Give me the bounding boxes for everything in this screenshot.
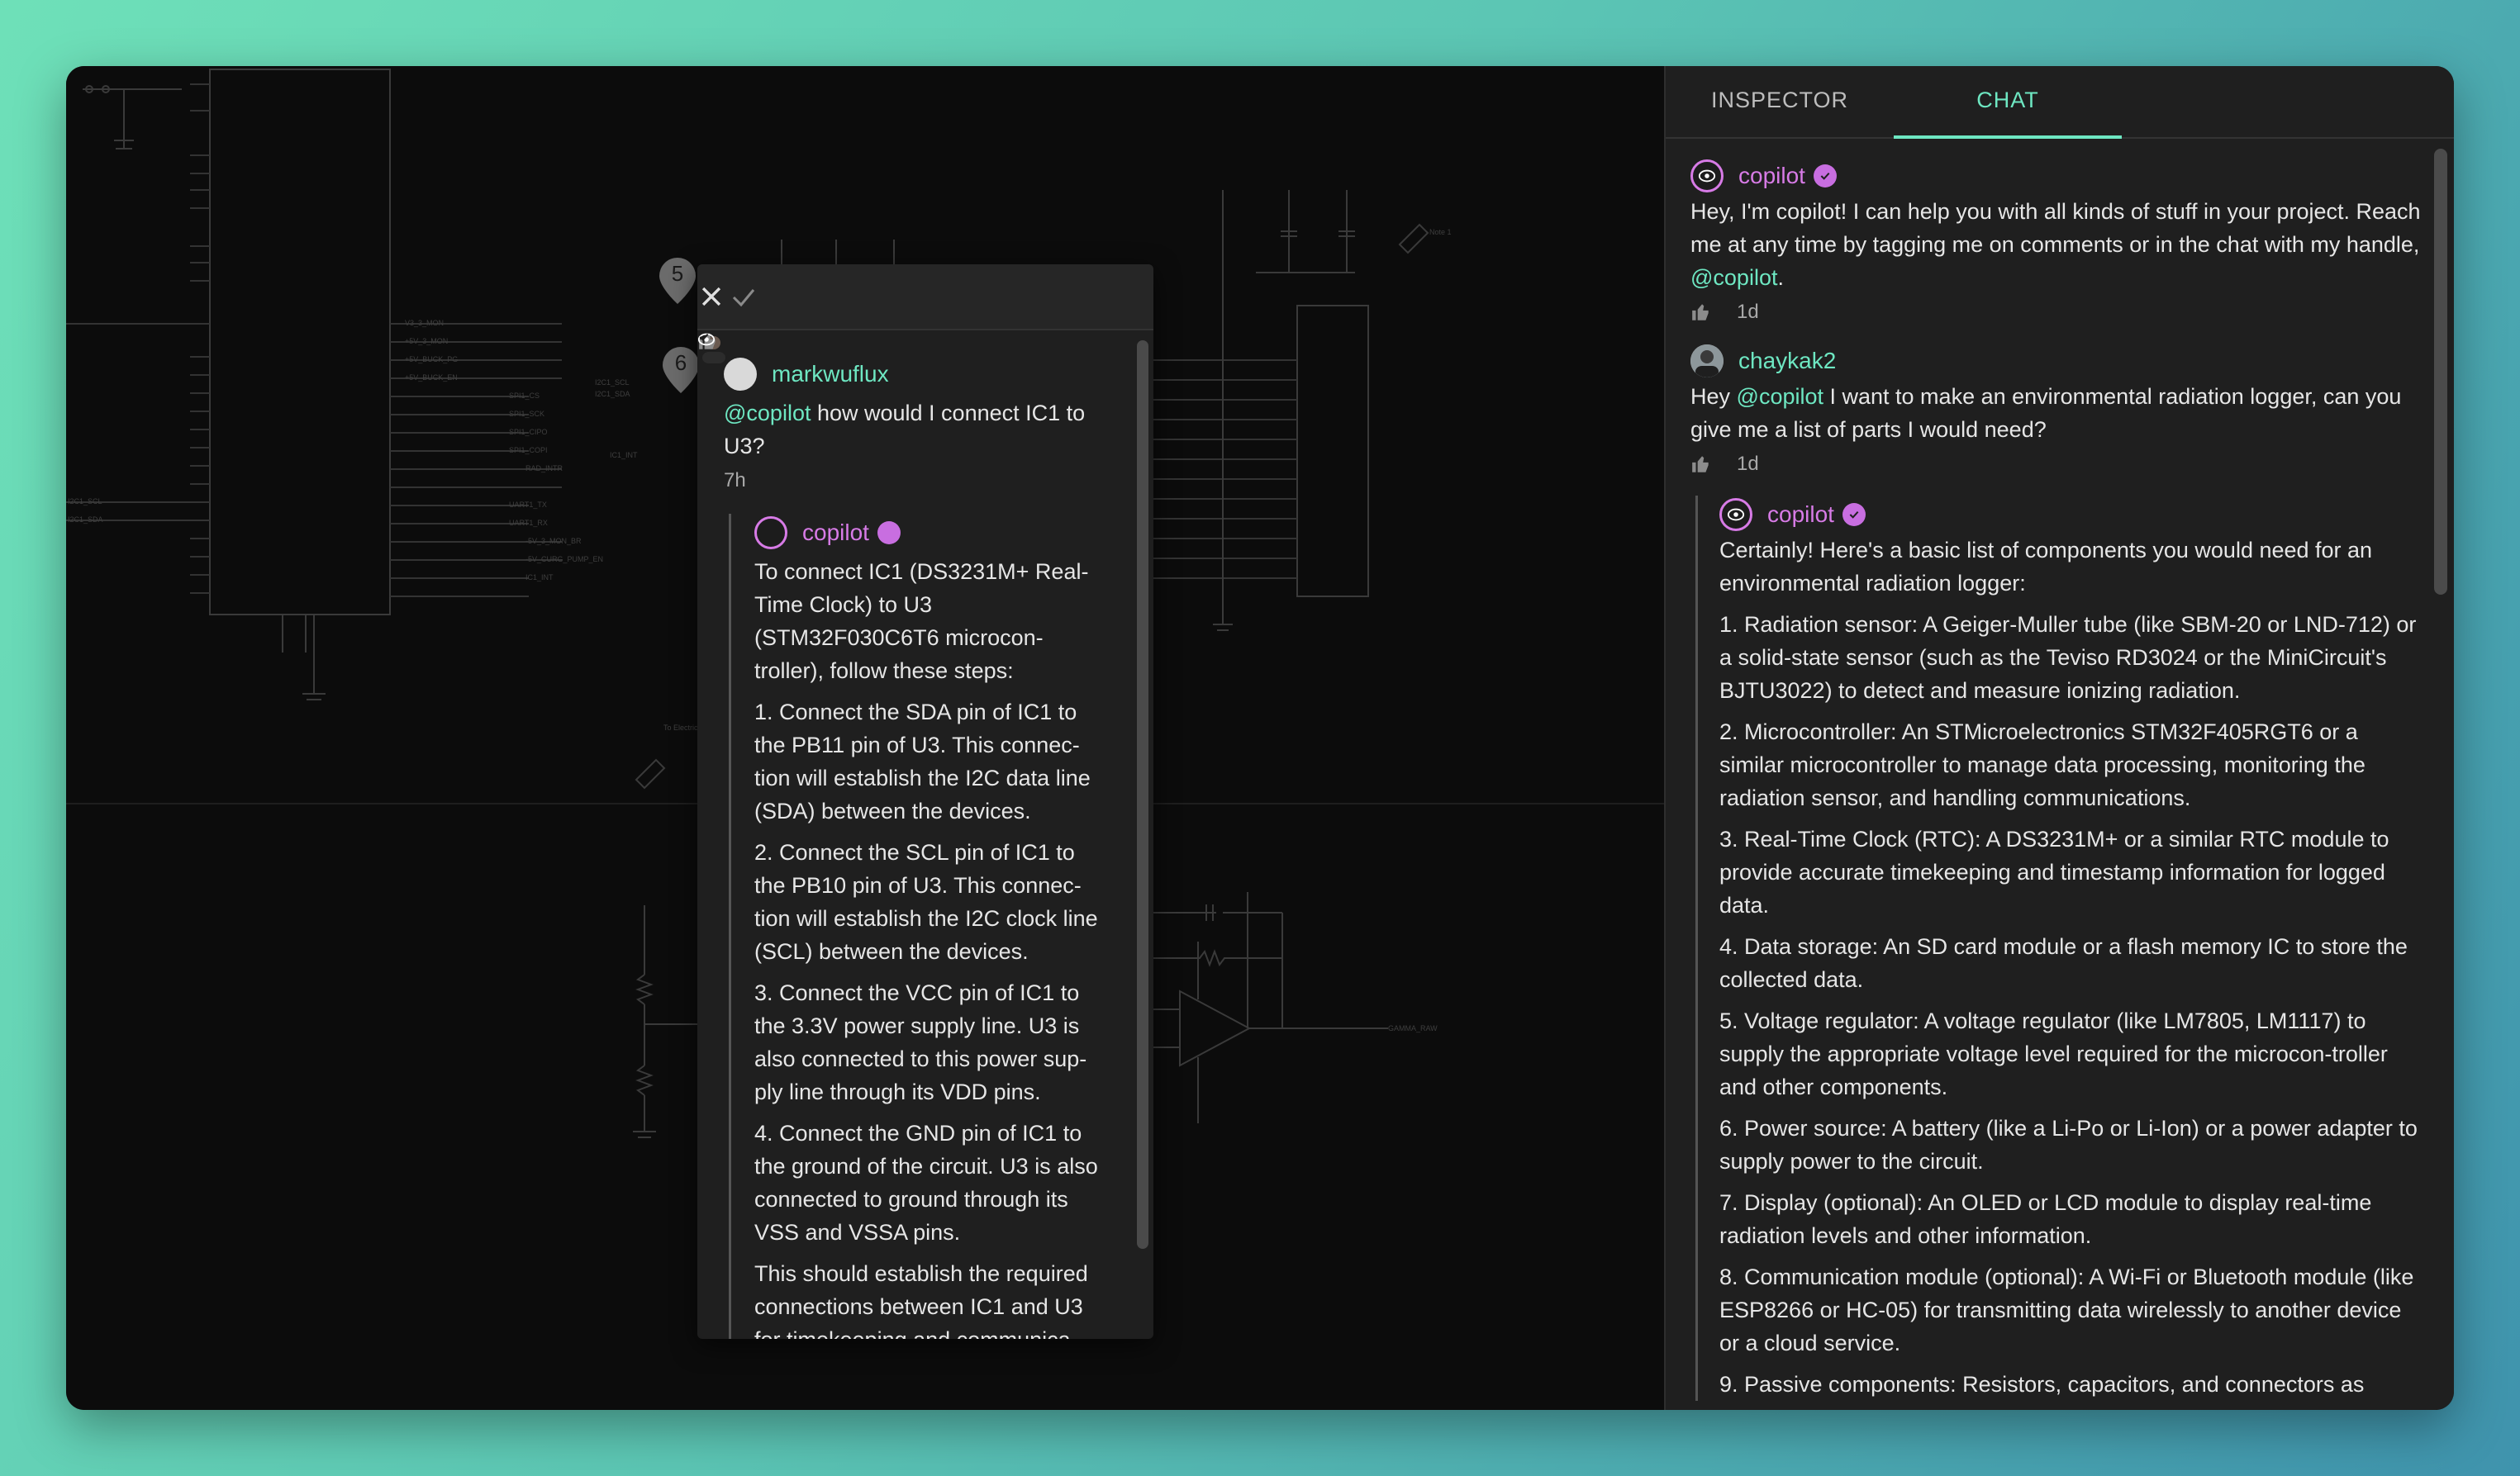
svg-text:IC1_INT: IC1_INT [525,573,554,581]
popup-scrollbar[interactable] [1137,340,1148,1249]
chat-feed: copilot Hey, I'm copilot! I can help you… [1690,157,2421,1410]
svg-text:+5V_3_MON: +5V_3_MON [405,337,448,345]
reply-username[interactable]: copilot [1767,501,1834,528]
mention-link[interactable]: @copilot [1737,384,1823,409]
resolve-check-icon[interactable] [729,282,758,312]
copilot-reply: copilot To connect IC1 (DS3231M+ Real-Ti… [697,333,1107,1339]
reply-item: 6. Power source: A battery (like a Li-Po… [1719,1116,2418,1174]
thread-head: markwuflux [702,336,1107,393]
svg-text:Note 1: Note 1 [1429,228,1452,236]
tab-chat[interactable]: CHAT [1894,66,2122,139]
reply-step: 2. Connect the SCL pin of IC1 to the PB1… [754,840,1098,964]
message-time: 1d [1737,453,1759,475]
thumbs-up-icon[interactable] [1690,453,1712,475]
tab-inspector[interactable]: INSPECTOR [1666,66,1894,139]
copilot-logo-icon [1727,508,1745,521]
svg-text:I2C1_SDA: I2C1_SDA [68,515,103,524]
reply-step: 1. Connect the SDA pin of IC1 to the PB1… [754,700,1091,823]
svg-text:V3_3_MON: V3_3_MON [405,319,444,327]
message-prefix: Hey [1690,384,1737,409]
svg-text:I2C1_SCL: I2C1_SCL [595,378,630,387]
reply-intro: To connect IC1 (DS3231M+ Real-Time Clock… [754,559,1089,683]
reply-text: Certainly! Here's a basic list of compon… [1719,534,2421,1401]
svg-text:+5V_BUCK_PG: +5V_BUCK_PG [405,355,458,363]
reply-item: 5. Voltage regulator: A voltage regulato… [1719,1009,2388,1099]
message-time: 1d [1737,301,1759,323]
reply-item: 1. Radiation sensor: A Geiger-Muller tub… [1719,612,2417,703]
svg-text:UART1_RX: UART1_RX [509,519,548,527]
reply-step: 3. Connect the VCC pin of IC1 to the 3.3… [754,980,1087,1104]
chat-scrollbar[interactable] [2434,149,2447,595]
message-meta: 1d [1690,446,2421,482]
reply-text: To connect IC1 (DS3231M+ Real-Time Clock… [754,555,1107,1339]
copilot-logo-icon [1698,169,1716,183]
thread-question: @copilot how would I connect IC1 to U3? [724,396,1107,463]
reply-item: 7. Display (optional): An OLED or LCD mo… [1719,1190,2372,1248]
reply-item: 2. Microcontroller: An STMicroelectronic… [1719,719,2365,810]
svg-text:-5V_CURG_PUMP_EN: -5V_CURG_PUMP_EN [525,555,603,563]
svg-text:-5V_3_MON_BR: -5V_3_MON_BR [525,537,582,545]
app-window: V3_3_MON +5V_3_MON +5V_BUCK_PG +5V_BUCK_EN… [66,66,2454,1410]
reply-item: 3. Real-Time Clock (RTC): A DS3231M+ or … [1719,827,2389,918]
popup-body: markwuflux @copilot how would I connect … [697,330,1134,1339]
reply-username[interactable]: copilot [802,520,869,546]
svg-text:SPI1_CIPO: SPI1_CIPO [509,428,548,436]
copilot-avatar[interactable] [1719,498,1752,531]
svg-text:GAMMA_RAW: GAMMA_RAW [1388,1024,1438,1032]
svg-text:SPI1_COPI: SPI1_COPI [509,446,548,454]
message-suffix: . [1777,265,1784,290]
mention-link[interactable]: @copilot [1690,265,1777,290]
thread-username[interactable]: markwuflux [772,361,889,387]
svg-text:RAD_INTR: RAD_INTR [525,464,563,472]
reply-step: 4. Connect the GND pin of IC1 to the gro… [754,1121,1098,1245]
user-avatar-icon [702,336,725,363]
pin-6-label[interactable]: 6 [663,350,699,376]
thread-time: 7h [724,469,746,491]
chat-message: chaykak2 Hey @copilot I want to make an … [1690,342,2421,482]
message-head: copilot [1690,157,2421,195]
avatar[interactable] [702,336,757,391]
pin-5-label[interactable]: 5 [659,261,696,287]
message-meta: 1d [1690,294,2421,330]
svg-text:I2C1_SDA: I2C1_SDA [595,390,630,398]
mention-link[interactable]: @copilot [724,401,811,425]
verified-badge-icon [1813,164,1837,187]
message-head: chaykak2 [1690,342,2421,380]
chat-message: copilot Hey, I'm copilot! I can help you… [1690,157,2421,330]
svg-text:I2C1_SCL: I2C1_SCL [68,497,102,505]
reply-item: 4. Data storage: An SD card module or a … [1719,934,2408,992]
comment-thread-popup: markwuflux @copilot how would I connect … [697,264,1153,1339]
reply-item: 9. Passive components: Resistors, capaci… [1719,1372,2365,1397]
copilot-avatar[interactable] [697,333,787,549]
reply-intro: Certainly! Here's a basic list of compon… [1719,538,2373,596]
copilot-reply: copilot Certainly! Here's a basic list o… [1695,496,2421,1401]
message-text: Hey @copilot I want to make an environme… [1690,380,2421,446]
reply-head: copilot [697,333,1107,552]
thumbs-up-icon[interactable] [1690,301,1712,323]
message-username[interactable]: copilot [1738,163,1805,189]
reply-head: copilot [1719,496,2421,534]
svg-text:SPI1_SCK: SPI1_SCK [509,410,544,418]
close-icon[interactable] [697,282,725,311]
svg-text:+5V_BUCK_EN: +5V_BUCK_EN [405,373,458,382]
svg-text:IC1_INT: IC1_INT [610,451,638,459]
user-avatar-icon [1690,344,1724,377]
schematic-canvas[interactable]: V3_3_MON +5V_3_MON +5V_BUCK_PG +5V_BUCK_EN… [66,66,1664,1410]
right-panel: INSPECTOR CHAT copilot Hey, I'm copilot!… [1664,66,2454,1410]
verified-badge-icon [1842,503,1866,526]
svg-text:UART1_TX: UART1_TX [509,501,547,509]
message-body: Hey, I'm copilot! I can help you with al… [1690,199,2421,257]
copilot-avatar[interactable] [1690,159,1724,192]
panel-tabs: INSPECTOR CHAT [1666,66,2454,139]
message-text: Hey, I'm copilot! I can help you with al… [1690,195,2421,294]
reply-item: 8. Communication module (optional): A Wi… [1719,1265,2414,1355]
reply-outro: This should establish the required conne… [754,1261,1088,1339]
svg-text:SPI1_CS: SPI1_CS [509,392,540,400]
verified-badge-icon [699,333,901,544]
avatar[interactable] [1690,344,1724,377]
thread-meta: 7h [699,333,1107,499]
popup-header [697,264,1153,330]
message-username[interactable]: chaykak2 [1738,348,1836,374]
